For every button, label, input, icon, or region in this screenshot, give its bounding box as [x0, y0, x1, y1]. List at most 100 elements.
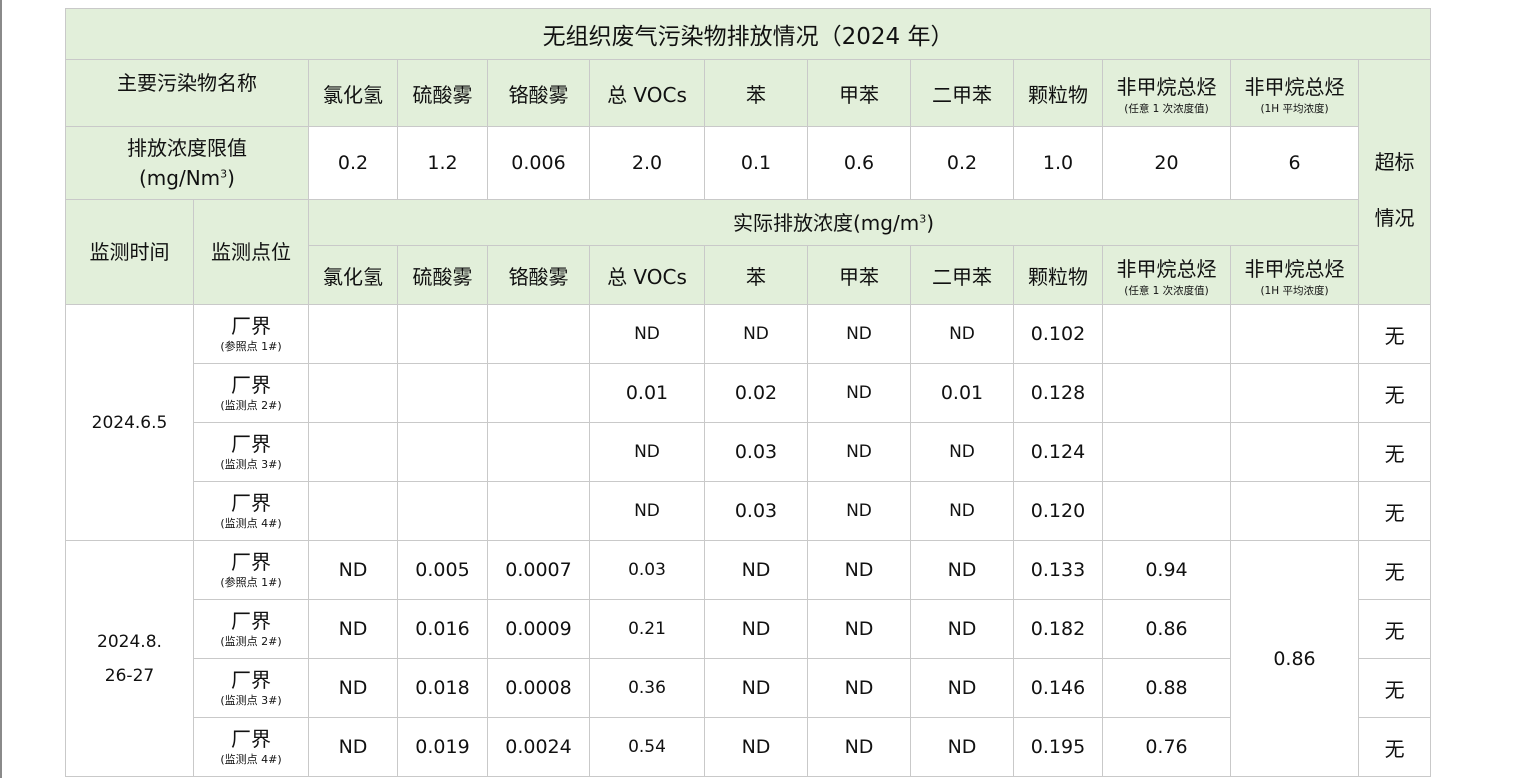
- header-row-actual: 监测时间 监测点位 实际排放浓度(mg/m3): [65, 199, 1431, 305]
- exceed-label: 超标 情况: [1357, 59, 1432, 305]
- pollutant-header: 总 VOCs: [589, 245, 705, 305]
- monitor-point-name: 厂界: [231, 373, 271, 397]
- pollutant-name: 苯: [746, 264, 766, 289]
- concentration-cell: 0.03: [589, 540, 705, 600]
- concentration-cell: [397, 304, 488, 364]
- concentration-cell: 0.005: [397, 540, 488, 600]
- monitor-point-name: 厂界: [231, 491, 271, 515]
- concentration-cell: [1102, 304, 1231, 364]
- concentration-cell: [308, 363, 398, 423]
- concentration-cell: ND: [807, 304, 911, 364]
- concentration-cell: ND: [807, 363, 911, 423]
- pollutant-header: 颗粒物: [1013, 245, 1103, 305]
- concentration-cell: 0.88: [1102, 658, 1231, 718]
- monitor-date-line: 2024.8.: [97, 631, 162, 652]
- limit-value: 0.2: [308, 126, 398, 200]
- actual-label: 实际排放浓度(mg/m3): [308, 199, 1359, 246]
- pollutant-name-label: 主要污染物名称: [65, 59, 309, 127]
- table-row: 厂界 (监测点 3#) ND 0.03 ND ND 0.124 无: [66, 422, 1432, 482]
- monitor-point: 厂界 (监测点 2#): [193, 363, 309, 423]
- concentration-cell: ND: [308, 658, 398, 718]
- monitor-point: 厂界 (监测点 2#): [193, 599, 309, 659]
- pollutant-name: 二甲苯: [932, 264, 992, 289]
- monitor-date: 2024.6.5: [65, 304, 194, 541]
- pollutant-name: 氯化氢: [323, 264, 383, 289]
- window-left-edge: [0, 0, 2, 778]
- concentration-cell: [397, 363, 488, 423]
- monitor-point: 厂界 (参照点 1#): [193, 540, 309, 600]
- table-row: 厂界 (监测点 4#) ND 0.03 ND ND 0.120 无: [66, 481, 1432, 541]
- pollutant-header: 苯: [704, 245, 808, 305]
- concentration-cell: 0.03: [704, 481, 808, 541]
- concentration-cell: [1230, 363, 1359, 423]
- monitor-point-name: 厂界: [231, 550, 271, 574]
- pollutant-name: 硫酸雾: [412, 264, 473, 289]
- concentration-cell: 0.36: [589, 658, 705, 718]
- concentration-cell: [487, 422, 590, 482]
- pollutant-name: 氯化氢: [323, 82, 383, 107]
- limit-value: 0.6: [807, 126, 911, 200]
- monitor-point-id: (参照点 1#): [220, 576, 282, 589]
- pollutant-note: (任意 1 次浓度值): [1124, 284, 1209, 297]
- monitor-point-id: (监测点 3#): [220, 694, 282, 707]
- concentration-cell: ND: [308, 540, 398, 600]
- concentration-cell: 0.146: [1013, 658, 1103, 718]
- concentration-cell: ND: [589, 304, 705, 364]
- limit-value: 0.2: [910, 126, 1014, 200]
- monitor-point-name: 厂界: [231, 668, 271, 692]
- pollutant-header: 总 VOCs: [589, 59, 705, 127]
- pollutant-name: 硫酸雾: [412, 82, 473, 107]
- concentration-cell: [397, 422, 488, 482]
- limit-value: 2.0: [589, 126, 705, 200]
- pollutant-name: 非甲烷总烃: [1116, 74, 1217, 99]
- point-label: 监测点位: [193, 199, 309, 305]
- concentration-cell: ND: [807, 658, 911, 718]
- concentration-cell: ND: [704, 717, 808, 777]
- concentration-cell: ND: [807, 481, 911, 541]
- concentration-cell: ND: [704, 540, 808, 600]
- concentration-cell: [487, 481, 590, 541]
- concentration-cell: [487, 304, 590, 364]
- pollutant-header: 氯化氢: [308, 59, 398, 127]
- monitor-point-id: (监测点 4#): [220, 517, 282, 530]
- pollutant-header: 甲苯: [807, 245, 911, 305]
- pollutant-name: 铬酸雾: [508, 82, 569, 107]
- pollutant-name: 甲苯: [839, 264, 879, 289]
- actual-label-end: ): [926, 210, 934, 235]
- concentration-cell: 0.01: [910, 363, 1014, 423]
- monitor-point-id: (监测点 3#): [220, 458, 282, 471]
- concentration-cell: [487, 363, 590, 423]
- table-row: 2024.8. 26-27 厂界 (参照点 1#) ND 0.005 0.0007 0.03 N…: [65, 540, 1432, 777]
- concentration-cell: ND: [807, 540, 911, 600]
- pollutant-header: 甲苯: [807, 59, 911, 127]
- limit-unit: (mg/Nm3): [67, 163, 308, 193]
- concentration-cell: 0.102: [1013, 304, 1103, 364]
- concentration-cell: ND: [910, 717, 1014, 777]
- pollutant-header: 二甲苯: [910, 245, 1014, 305]
- concentration-cell: [1230, 304, 1359, 364]
- table-row: 厂界 (监测点 2#) ND 0.016 0.0009 0.21 ND ND ND 0.182 0.…: [66, 599, 1432, 659]
- exceed-status: 无: [1357, 717, 1432, 777]
- concentration-cell: [1102, 422, 1231, 482]
- pollutant-note: (1H 平均浓度): [1260, 102, 1329, 115]
- pollutant-name: 铬酸雾: [508, 264, 569, 289]
- concentration-cell: 0.182: [1013, 599, 1103, 659]
- monitor-point-id: (监测点 2#): [220, 399, 282, 412]
- monitor-point-name: 厂界: [231, 314, 271, 338]
- concentration-cell: ND: [807, 599, 911, 659]
- concentration-cell: ND: [704, 658, 808, 718]
- limit-label: 排放浓度限值 (mg/Nm3): [65, 126, 309, 200]
- monitor-date-line: 2024.6.5: [91, 412, 168, 433]
- time-label: 监测时间: [65, 199, 194, 305]
- pollutant-header: 硫酸雾: [397, 245, 488, 305]
- pollutant-name: 颗粒物: [1028, 264, 1088, 289]
- pollutant-name: 非甲烷总烃: [1116, 256, 1217, 281]
- exceed-status: 无: [1357, 304, 1432, 364]
- concentration-cell: [308, 304, 398, 364]
- monitor-point: 厂界 (监测点 4#): [193, 717, 309, 777]
- pollutant-name: 非甲烷总烃: [1244, 74, 1345, 99]
- table-row: 厂界 (监测点 4#) ND 0.019 0.0024 0.54 ND ND ND 0.195 0.…: [66, 717, 1432, 777]
- limit-value: 6: [1230, 126, 1359, 200]
- actual-label-text: 实际排放浓度(mg/m: [732, 210, 920, 235]
- concentration-cell: [308, 481, 398, 541]
